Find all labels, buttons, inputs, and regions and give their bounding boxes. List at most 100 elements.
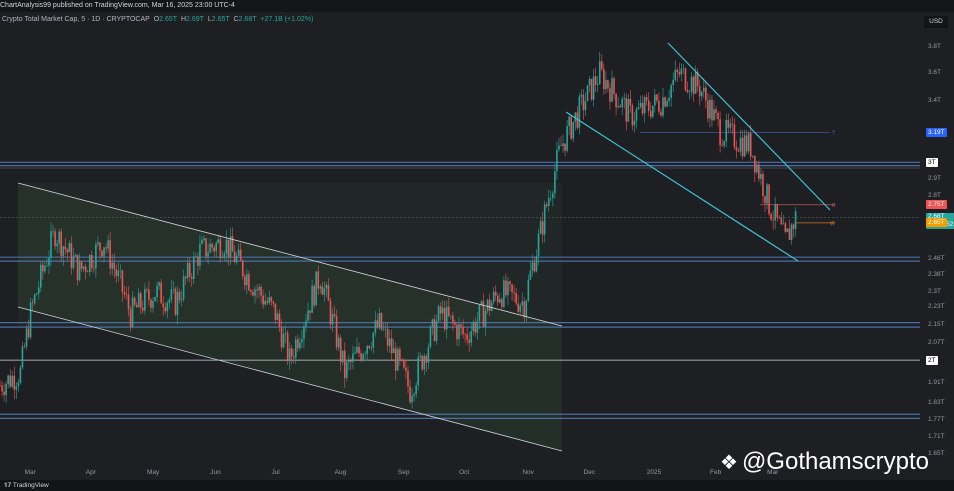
candle-body (307, 310, 309, 321)
candle-body (60, 231, 62, 257)
candle-body (119, 270, 122, 272)
candle-body (370, 347, 373, 349)
candle-body (550, 198, 552, 199)
candle-body (156, 286, 158, 297)
candle-body (209, 243, 211, 253)
candle-body (580, 94, 583, 97)
candle-body (601, 61, 603, 70)
candle-body (441, 307, 444, 314)
candle-body (496, 295, 499, 303)
candle-body (284, 332, 287, 334)
candle-body (707, 100, 709, 119)
candle-body (190, 276, 193, 279)
candle-body (195, 256, 197, 257)
candle-body (227, 239, 230, 258)
candle-body (523, 301, 526, 318)
candle-body (7, 375, 9, 384)
candle-body (29, 302, 32, 338)
candle-body (295, 339, 297, 358)
candle-body (13, 375, 16, 390)
price-tick: 2.46T (928, 255, 945, 263)
candle-body (760, 173, 762, 179)
candle-body (237, 249, 240, 256)
candle-body (535, 255, 538, 272)
candle-body (639, 102, 642, 108)
candle-body (211, 243, 213, 248)
candle-body (250, 290, 252, 293)
candle-body (84, 266, 87, 272)
candle-body (433, 319, 436, 341)
time-tick: Jul (271, 469, 280, 476)
candle-body (435, 320, 438, 341)
candle-body (21, 346, 24, 368)
candle-body (423, 356, 426, 370)
candle-body (694, 71, 697, 94)
candle-body (301, 339, 303, 343)
candle-body (292, 356, 295, 358)
candle-body (727, 119, 730, 128)
candle-body (386, 328, 389, 346)
candle-body (668, 97, 670, 101)
candle-body (666, 100, 668, 107)
time-tick: Nov (522, 469, 534, 476)
candle-body (394, 348, 397, 371)
candle-body (617, 105, 619, 108)
candle-body (715, 109, 717, 113)
candle-body (88, 255, 91, 272)
price-tick: 2.07T (928, 339, 945, 347)
price-tick: 1.91T (928, 378, 945, 386)
candle-body (521, 301, 524, 306)
candle-body (588, 78, 591, 86)
candle-body (323, 288, 326, 295)
candle-body (158, 282, 160, 287)
candle-body (515, 292, 517, 304)
candle-body (233, 251, 236, 263)
candle-body (739, 137, 742, 152)
candle-body (519, 305, 521, 312)
candle-body (31, 302, 34, 304)
candle-body (286, 332, 289, 362)
r-annotation: R (832, 203, 836, 209)
candle-body (199, 243, 201, 266)
candle-body (397, 349, 399, 371)
candle-body (235, 255, 238, 263)
candle-body (5, 383, 7, 396)
candle-body (462, 326, 464, 335)
price-label: 3.19T (926, 127, 947, 137)
candle-body (596, 84, 599, 85)
candle-body (160, 282, 162, 304)
candle-body (507, 281, 509, 296)
price-tick: 2.15T (928, 320, 945, 328)
candle-body (329, 300, 332, 325)
candle-body (48, 258, 50, 266)
candle-body (35, 293, 38, 295)
candle-body (17, 382, 20, 387)
candle-body (176, 291, 179, 315)
price-chart[interactable]: ? R W (0, 12, 920, 466)
candle-body (97, 242, 99, 245)
candle-body (794, 211, 797, 229)
watermark-handle: @Gothamscrypto (741, 448, 930, 475)
candle-body (1, 385, 3, 392)
candle-body (58, 231, 60, 244)
candle-body (637, 107, 640, 110)
candle-body (645, 97, 648, 101)
candle-body (152, 301, 154, 308)
candle-body (319, 286, 322, 289)
candle-body (297, 339, 299, 349)
candle-body (409, 386, 411, 403)
candle-body (501, 299, 503, 307)
candle-body (662, 97, 664, 116)
candle-body (552, 193, 554, 199)
candle-body (641, 102, 644, 114)
candle-body (682, 68, 685, 70)
candle-body (698, 86, 701, 97)
candle-body (503, 280, 505, 307)
candle-body (137, 293, 140, 308)
candle-body (37, 287, 40, 294)
candle-body (180, 299, 183, 301)
candle-body (560, 145, 562, 147)
currency-button[interactable]: USD (924, 16, 948, 28)
candle-body (737, 150, 740, 152)
price-axis[interactable]: 3.8T 3.6T 3.4T 2.9T 2.8T 2.46T 2.38T 2.3T 2.23T 2… (920, 12, 954, 478)
